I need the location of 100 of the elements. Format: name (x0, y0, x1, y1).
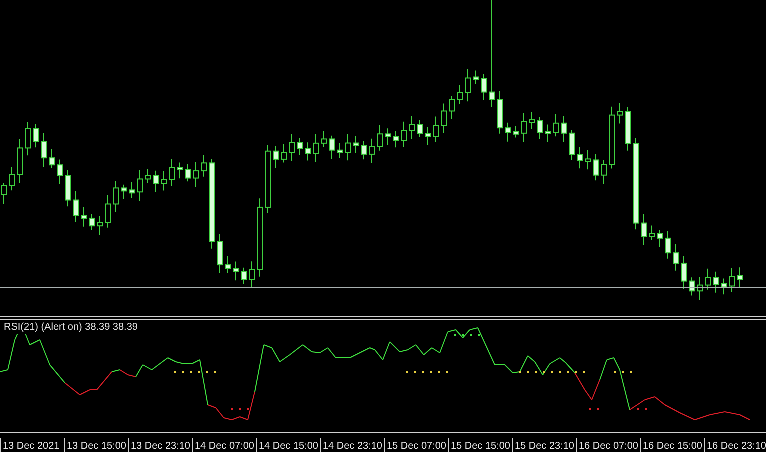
time-axis-label: 13 Dec 23:10 (128, 438, 190, 452)
time-axis-label: 13 Dec 2021 (0, 438, 60, 452)
candlestick (201, 154, 207, 178)
candlestick (385, 128, 391, 146)
candlestick (145, 168, 151, 184)
candlestick (369, 138, 375, 164)
candlestick (433, 116, 439, 143)
candlestick (225, 256, 231, 274)
candlestick (593, 154, 599, 182)
candlestick (113, 180, 119, 213)
candlestick (729, 268, 735, 293)
candlestick (273, 146, 279, 169)
candlestick (537, 116, 543, 140)
candlestick (361, 141, 367, 160)
time-axis-label: 16 Dec 07:00 (576, 438, 638, 452)
time-axis-label: 15 Dec 15:00 (448, 438, 510, 452)
candlestick (57, 159, 63, 185)
time-axis-label: 15 Dec 07:00 (384, 438, 446, 452)
candlestick (289, 134, 295, 162)
candlestick (65, 170, 71, 208)
candlestick (97, 215, 103, 236)
candlestick (457, 84, 463, 105)
time-axis-label: 13 Dec 15:00 (64, 438, 126, 452)
time-axis-label: 15 Dec 23:10 (512, 438, 574, 452)
candlestick (673, 244, 679, 272)
candlestick (297, 138, 303, 156)
candlestick (353, 136, 359, 154)
time-axis-label: 16 Dec 15:00 (640, 438, 702, 452)
candlestick (641, 214, 647, 246)
candlestick (265, 144, 271, 214)
time-axis-label: 16 Dec 23:10 (704, 438, 766, 452)
candlestick (73, 191, 79, 223)
candlestick (625, 106, 631, 152)
signal-dots-drawing (454, 334, 480, 336)
candlestick (497, 90, 503, 134)
candlestick (137, 170, 143, 202)
candlestick (9, 166, 15, 192)
candlestick (129, 182, 135, 199)
candlestick (17, 138, 23, 184)
candlestick (49, 148, 55, 169)
candlestick (649, 225, 655, 241)
candlestick (33, 124, 39, 148)
candlestick (177, 162, 183, 180)
candlestick (529, 111, 535, 130)
candlestick (41, 133, 47, 168)
candlestick (577, 146, 583, 170)
candlestick (521, 112, 527, 143)
candlestick (329, 135, 335, 160)
candlestick (505, 122, 511, 142)
candlestick (585, 150, 591, 170)
candlestick (713, 271, 719, 294)
candlestick (681, 256, 687, 290)
candlestick (153, 170, 159, 193)
candlestick (217, 234, 223, 274)
candlestick (185, 164, 191, 182)
candlestick (465, 68, 471, 102)
candlestick (193, 162, 199, 188)
candlestick (233, 261, 239, 282)
candlestick (665, 230, 671, 260)
candlestick (449, 96, 455, 120)
candlestick (105, 194, 111, 228)
candlestick (545, 124, 551, 143)
candlestick (601, 160, 607, 185)
candlestick (561, 116, 567, 143)
candlestick (313, 134, 319, 163)
candlestick (441, 103, 447, 134)
candlestick (249, 261, 255, 288)
time-axis-label: 14 Dec 23:10 (320, 438, 382, 452)
candlestick (417, 120, 423, 138)
candlestick (569, 130, 575, 160)
candlestick (169, 158, 175, 187)
candlestick (689, 277, 695, 296)
candlestick (305, 142, 311, 162)
candlestick (553, 114, 559, 138)
candlestick (705, 268, 711, 290)
candlestick (609, 106, 615, 170)
candlestick (473, 70, 479, 85)
candlestick (409, 116, 415, 140)
candlestick (617, 102, 623, 124)
candlestick (401, 121, 407, 148)
candlestick (657, 230, 663, 248)
candlestick (513, 126, 519, 138)
candlestick (241, 267, 247, 285)
candlestick (121, 184, 127, 200)
candlestick (377, 124, 383, 152)
time-axis-label: 14 Dec 07:00 (192, 438, 254, 452)
candlestick (25, 122, 31, 156)
candlestick (1, 182, 7, 204)
candlestick (281, 143, 287, 164)
candlestick (81, 206, 87, 228)
candlestick (89, 214, 95, 231)
candlestick (697, 276, 703, 301)
candlestick (481, 74, 487, 101)
candlestick (393, 131, 399, 148)
indicator-label: RSI(21) (Alert on) 38.39 38.39 (4, 322, 138, 334)
candlestick (737, 267, 743, 289)
candlestick (425, 126, 431, 146)
candlestick (321, 131, 327, 148)
time-axis-label: 14 Dec 15:00 (256, 438, 318, 452)
candlestick (337, 142, 343, 158)
